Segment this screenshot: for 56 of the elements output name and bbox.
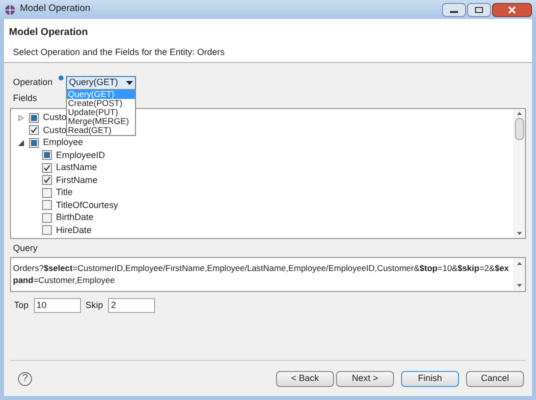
info-icon [58,75,64,83]
checkbox[interactable] [42,212,52,223]
checkbox[interactable] [42,200,52,210]
query-label: Query [13,242,38,255]
query-field[interactable]: Orders?$select=CustomerID,Employee/FirstName,Employee/LastName,Employee/EmployeeID,Customer&$top=10&$skip=2&$expand=Customer,Employee [10,257,526,292]
tree-item-label[interactable]: Custo [43,111,67,124]
fields-label: Fields [13,92,38,105]
window-title: Model Operation [20,2,90,16]
checkbox[interactable] [29,125,39,136]
page-title: Model Operation [9,26,88,40]
checkbox[interactable] [29,138,39,148]
tree-item-label[interactable]: BirthDate [56,211,94,224]
minimize-button[interactable] [442,2,466,16]
checkbox[interactable] [29,112,39,123]
page-description: Select Operation and the Fields for the Entity: Orders [13,46,225,59]
skip-label: Skip [86,298,104,312]
checkbox[interactable] [42,188,52,198]
dialog-button[interactable]: Finish [401,370,459,386]
help-button[interactable]: ? [18,372,32,386]
tree-item-label[interactable]: Employee [43,136,84,150]
dialog-button[interactable]: Next > [336,370,394,386]
scrollbar[interactable] [513,108,525,238]
checkbox[interactable] [42,175,52,186]
scroll-up-icon[interactable] [516,262,522,265]
tree-item-label[interactable]: Custo [43,124,67,137]
tree-item-label[interactable]: FirstName [56,174,98,187]
dropdown-arrow-icon [126,81,133,85]
tree-item-label[interactable]: HireDate [56,224,92,237]
collapsed-arrow-icon[interactable] [18,114,24,121]
tree-item-label[interactable]: EmployeeID [56,148,106,162]
tree-item-label[interactable]: TitleOfCourtesy [56,198,118,212]
operation-dropdown[interactable]: Query(GET) [66,76,136,90]
checkbox[interactable] [42,162,52,173]
top-label: Top [14,298,29,312]
close-icon [508,6,516,14]
dialog-button[interactable]: < Back [276,370,334,386]
tree-item-label[interactable]: LastName [56,161,98,174]
maximize-button[interactable] [467,2,491,16]
skip-field[interactable]: 2 [108,298,156,313]
dropdown-option[interactable]: Merge(MERGE) [67,117,135,126]
checkbox[interactable] [42,225,52,236]
tree-item-label[interactable]: Title [56,186,73,200]
scroll-down-icon[interactable] [516,284,522,287]
dialog-button[interactable]: Cancel [466,370,524,386]
top-field[interactable]: 10 [34,298,81,313]
dropdown-option[interactable]: Update(PUT) [67,108,135,117]
scroll-up-icon[interactable] [516,112,522,114]
checkbox[interactable] [42,150,52,160]
dropdown-option[interactable]: Create(POST) [67,99,135,108]
dropdown-option[interactable]: Read(GET) [67,126,135,135]
app-icon [4,4,16,16]
scroll-down-icon[interactable] [516,232,522,234]
operation-label: Operation [13,76,54,90]
expanded-arrow-icon[interactable] [18,140,24,146]
close-button[interactable] [492,2,532,16]
scroll-thumb[interactable] [514,118,524,140]
